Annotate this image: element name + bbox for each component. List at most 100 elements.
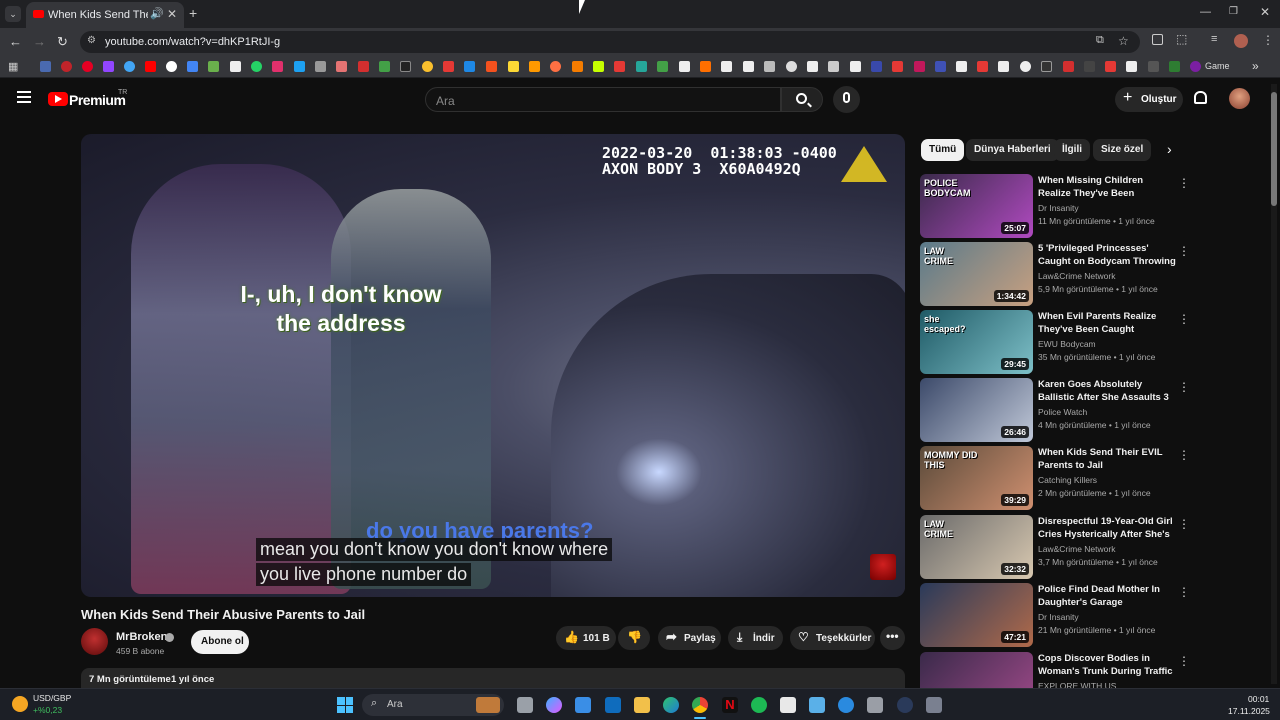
more-options-icon[interactable]: ⋮ xyxy=(1178,517,1190,531)
bookmark-icon[interactable] xyxy=(422,61,433,72)
bookmark-icon[interactable] xyxy=(657,61,668,72)
bookmark-icon[interactable] xyxy=(636,61,647,72)
bookmark-icon[interactable] xyxy=(1063,61,1074,72)
audio-playing-icon[interactable]: 🔊 xyxy=(150,7,164,20)
weather-widget-icon[interactable] xyxy=(12,696,28,712)
chips-next-icon[interactable]: › xyxy=(1167,141,1172,157)
recommended-title[interactable]: When Kids Send Their EVIL Parents to Jai… xyxy=(1038,446,1176,472)
bookmark-icon[interactable] xyxy=(208,61,219,72)
chip-related[interactable]: İlgili xyxy=(1054,139,1090,161)
bookmark-icon[interactable] xyxy=(251,61,262,72)
recommended-title[interactable]: When Evil Parents Realize They've Been C… xyxy=(1038,310,1176,336)
bookmark-icon[interactable] xyxy=(1126,61,1137,72)
more-options-icon[interactable]: ⋮ xyxy=(1178,654,1190,668)
channel-watermark-icon[interactable] xyxy=(870,554,896,580)
more-options-icon[interactable]: ⋮ xyxy=(1178,176,1190,190)
spotify-icon[interactable] xyxy=(751,697,767,713)
reload-icon[interactable]: ↻ xyxy=(57,34,68,50)
bookmark-icon[interactable] xyxy=(700,61,711,72)
browser-menu-icon[interactable]: ⋮ xyxy=(1262,33,1274,47)
bookmark-icon[interactable] xyxy=(103,61,114,72)
active-tab[interactable]: When Kids Send Their Abusive Parents to … xyxy=(26,2,184,28)
create-button[interactable]: + Oluştur xyxy=(1115,87,1183,112)
bookmark-icon[interactable] xyxy=(1020,61,1031,72)
bookmark-icon[interactable] xyxy=(786,61,797,72)
outlook-icon[interactable] xyxy=(605,697,621,713)
recommended-video[interactable]: POLICE BODYCAM 25:07 When Missing Children… xyxy=(920,174,1190,238)
bookmark-icon[interactable] xyxy=(508,61,519,72)
more-options-icon[interactable]: ⋮ xyxy=(1178,244,1190,258)
new-tab-button[interactable]: + xyxy=(189,5,197,21)
search-button[interactable] xyxy=(781,87,823,112)
bookmark-icon[interactable] xyxy=(1105,61,1116,72)
camera-icon[interactable] xyxy=(926,697,942,713)
bookmark-icon[interactable] xyxy=(61,61,72,72)
bookmark-icon[interactable] xyxy=(486,61,497,72)
dislike-button[interactable]: 👎 xyxy=(618,626,650,650)
recommended-channel[interactable]: Dr Insanity xyxy=(1038,203,1079,213)
bookmark-icon[interactable] xyxy=(850,61,861,72)
window-restore-button[interactable]: ❐ xyxy=(1229,6,1238,17)
file-explorer-icon[interactable] xyxy=(634,697,650,713)
clock-time[interactable]: 00:01 xyxy=(1248,694,1269,704)
site-info-icon[interactable]: ⚙ xyxy=(87,35,96,46)
app-icon[interactable] xyxy=(780,697,796,713)
url-bar[interactable]: ⚙ youtube.com/watch?v=dhKP1RtJI-g ⧉ ☆ xyxy=(80,31,1140,53)
video-thumbnail[interactable]: 26:46 xyxy=(920,378,1033,442)
bookmark-icon[interactable] xyxy=(679,61,690,72)
bookmark-star-icon[interactable]: ☆ xyxy=(1118,34,1129,48)
recommended-channel[interactable]: Law&Crime Network xyxy=(1038,544,1115,554)
netflix-icon[interactable]: N xyxy=(722,697,738,713)
bookmark-icon[interactable] xyxy=(1190,61,1201,72)
bookmark-icon[interactable] xyxy=(764,61,775,72)
notifications-bell-icon[interactable] xyxy=(1194,91,1207,104)
thanks-button[interactable]: ♡ Teşekkürler xyxy=(790,626,875,650)
voice-search-button[interactable] xyxy=(833,86,860,113)
video-thumbnail[interactable]: POLICE BODYCAM 25:07 xyxy=(920,174,1033,238)
subscribe-button[interactable]: Abone ol xyxy=(191,630,249,654)
bookmark-icon[interactable] xyxy=(400,61,411,72)
recommended-video[interactable]: MOMMY DID THIS 39:29 When Kids Send Their … xyxy=(920,446,1190,510)
bookmark-icon[interactable] xyxy=(828,61,839,72)
bookmark-icon[interactable] xyxy=(807,61,818,72)
more-actions-button[interactable]: ••• xyxy=(880,626,905,650)
download-button[interactable]: ⤓ İndir xyxy=(728,626,783,650)
bookmark-icon[interactable] xyxy=(379,61,390,72)
recommended-channel[interactable]: Dr Insanity xyxy=(1038,612,1079,622)
apps-grid-icon[interactable]: ▦ xyxy=(8,60,18,73)
more-options-icon[interactable]: ⋮ xyxy=(1178,380,1190,394)
browser-app-icon[interactable] xyxy=(838,697,854,713)
tab-search-button[interactable]: ⌄ xyxy=(5,6,21,22)
channel-avatar[interactable] xyxy=(81,628,108,655)
bookmark-icon[interactable] xyxy=(294,61,305,72)
bookmark-icon[interactable] xyxy=(315,61,326,72)
bookmark-icon[interactable] xyxy=(124,61,135,72)
window-minimize-button[interactable]: — xyxy=(1200,6,1211,18)
share-button[interactable]: ➦ Paylaş xyxy=(658,626,721,650)
task-view-icon[interactable] xyxy=(517,697,533,713)
taskbar-search[interactable]: ⌕ Ara xyxy=(362,694,504,716)
video-thumbnail[interactable]: LAW CRIME 32:32 xyxy=(920,515,1033,579)
forward-icon[interactable]: → xyxy=(33,34,46,49)
recommended-video[interactable]: 47:21 Police Find Dead Mother In Daughter… xyxy=(920,583,1190,647)
bookmarks-overflow-icon[interactable]: » xyxy=(1252,59,1259,73)
search-input[interactable]: Ara xyxy=(425,87,781,112)
bookmark-icon[interactable] xyxy=(593,61,604,72)
chip-for-you[interactable]: Size özel xyxy=(1093,139,1152,161)
bookmark-icon[interactable] xyxy=(40,61,51,72)
bookmark-icon[interactable] xyxy=(529,61,540,72)
chip-world-news[interactable]: Dünya Haberleri xyxy=(966,139,1059,161)
bookmark-icon[interactable] xyxy=(550,61,561,72)
bookmark-icon[interactable] xyxy=(1169,61,1180,72)
video-thumbnail[interactable]: LAW CRIME 1:34:42 xyxy=(920,242,1033,306)
back-icon[interactable]: ← xyxy=(9,34,22,49)
more-options-icon[interactable]: ⋮ xyxy=(1178,585,1190,599)
bookmark-icon[interactable] xyxy=(443,61,454,72)
recommended-video[interactable]: LAW CRIME 1:34:42 5 'Privileged Princesses… xyxy=(920,242,1190,306)
video-player[interactable]: 2022-03-20 01:38:03 -0400 AXON BODY 3 X6… xyxy=(81,134,905,597)
bookmark-icon[interactable] xyxy=(145,61,156,72)
recommended-title[interactable]: When Missing Children Realize They've Be… xyxy=(1038,174,1176,200)
scrollbar-thumb[interactable] xyxy=(1271,92,1277,206)
bookmark-icon[interactable] xyxy=(892,61,903,72)
recommended-video[interactable]: she escaped? 29:45 When Evil Parents Reali… xyxy=(920,310,1190,374)
